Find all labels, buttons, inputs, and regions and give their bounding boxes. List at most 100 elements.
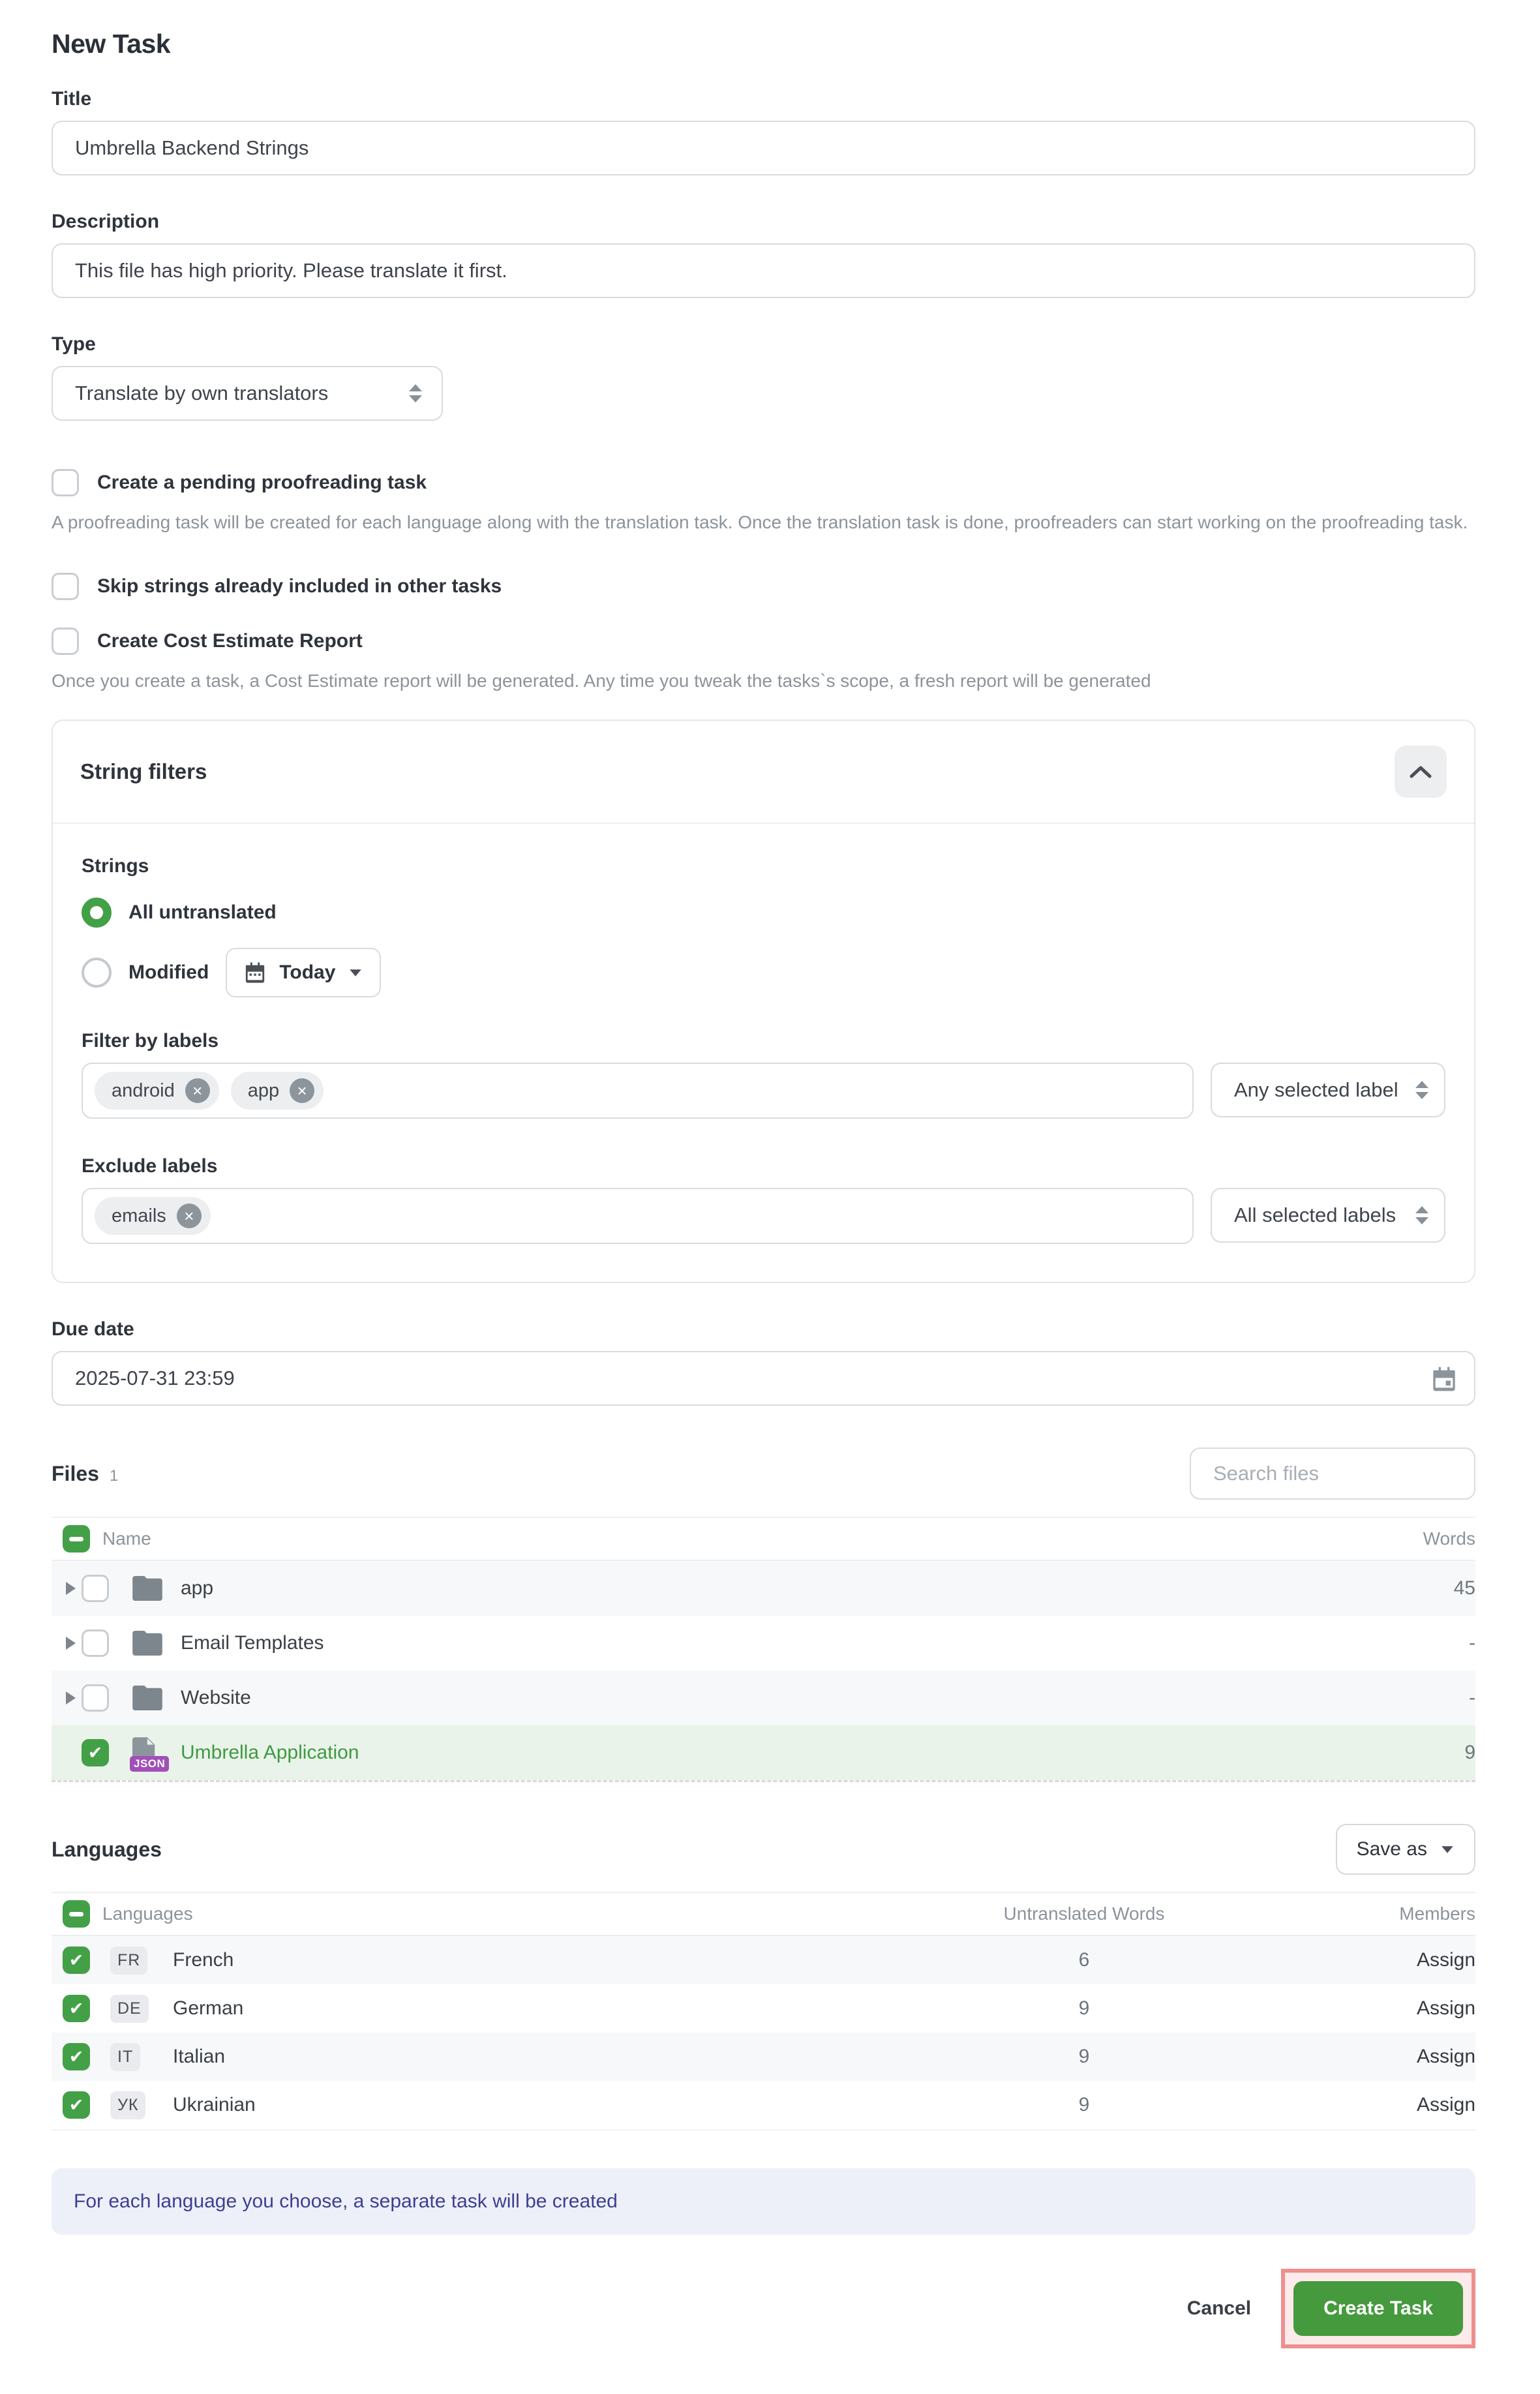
- untranslated-words-count: 9: [856, 2094, 1312, 2116]
- file-table-row[interactable]: JSON Email Templates -: [52, 1616, 1475, 1671]
- calendar-icon[interactable]: [1431, 1365, 1457, 1393]
- file-table-row[interactable]: JSON app 45: [52, 1561, 1475, 1616]
- string-filters-title: String filters: [80, 759, 207, 784]
- row-checkbox[interactable]: [63, 1947, 90, 1974]
- save-as-button[interactable]: Save as: [1336, 1824, 1475, 1875]
- caret-right-icon[interactable]: [66, 1637, 76, 1650]
- assign-link[interactable]: Assign: [1417, 1997, 1475, 2019]
- chevron-up-icon: [1410, 765, 1432, 779]
- select-arrows-icon: [1415, 1206, 1428, 1224]
- assign-link[interactable]: Assign: [1417, 2094, 1475, 2115]
- language-code-badge: УК: [110, 2091, 145, 2119]
- strings-label: Strings: [82, 855, 1445, 877]
- info-banner: For each language you choose, a separate…: [52, 2168, 1475, 2235]
- files-select-all-checkbox[interactable]: [63, 1525, 90, 1553]
- files-section-title: Files 1: [52, 1462, 118, 1486]
- exclude-labels-input[interactable]: emails ×: [82, 1188, 1194, 1244]
- skip-strings-checkbox-label: Skip strings already included in other t…: [97, 575, 502, 598]
- proofreading-checkbox-label: Create a pending proofreading task: [97, 472, 427, 494]
- create-task-button[interactable]: Create Task: [1293, 2281, 1463, 2336]
- description-input-value: This file has high priority. Please tran…: [75, 259, 507, 282]
- files-search-input[interactable]: Search files: [1190, 1447, 1475, 1500]
- row-checkbox[interactable]: [82, 1575, 109, 1602]
- proofreading-checkbox[interactable]: [52, 469, 79, 496]
- languages-section-title: Languages: [52, 1838, 162, 1862]
- exclude-labels-match-select[interactable]: All selected labels: [1211, 1188, 1445, 1243]
- file-table-row[interactable]: JSON Website -: [52, 1671, 1475, 1725]
- folder-icon: [132, 1631, 162, 1656]
- languages-table-body: FR French 6 Assign DE German 9 Assign IT…: [52, 1936, 1475, 2130]
- file-table-row[interactable]: JSON Umbrella Application 9: [52, 1725, 1475, 1780]
- file-words-count: -: [1312, 1632, 1475, 1654]
- cost-estimate-checkbox-label: Create Cost Estimate Report: [97, 630, 363, 652]
- json-file-icon: JSON: [132, 1736, 162, 1769]
- assign-link[interactable]: Assign: [1417, 2046, 1475, 2067]
- remove-chip-icon[interactable]: ×: [177, 1204, 202, 1228]
- json-badge: JSON: [130, 1756, 169, 1772]
- cancel-button[interactable]: Cancel: [1187, 2297, 1251, 2320]
- info-banner-text: For each language you choose, a separate…: [74, 2190, 618, 2213]
- languages-column-header: Languages: [102, 1903, 856, 1924]
- title-input[interactable]: Umbrella Backend Strings: [52, 121, 1475, 175]
- files-name-column-header: Name: [102, 1528, 1312, 1549]
- languages-table: Languages Untranslated Words Members FR …: [52, 1892, 1475, 2130]
- exclude-labels-match-value: All selected labels: [1234, 1204, 1396, 1227]
- label-chip-text: emails: [112, 1205, 166, 1227]
- language-table-row[interactable]: FR French 6 Assign: [52, 1936, 1475, 1984]
- remove-chip-icon[interactable]: ×: [290, 1078, 314, 1103]
- title-input-value: Umbrella Backend Strings: [75, 136, 309, 160]
- files-search-placeholder: Search files: [1213, 1462, 1319, 1485]
- modified-radio[interactable]: [82, 958, 112, 988]
- file-words-count: 45: [1312, 1577, 1475, 1599]
- language-code-badge: IT: [110, 2043, 140, 2071]
- language-table-row[interactable]: IT Italian 9 Assign: [52, 2033, 1475, 2081]
- label-chip: app ×: [231, 1072, 324, 1110]
- title-label: Title: [52, 88, 1475, 110]
- cost-estimate-checkbox[interactable]: [52, 628, 79, 655]
- row-checkbox[interactable]: [82, 1739, 109, 1766]
- files-table-header: Name Words: [52, 1517, 1475, 1561]
- caret-right-icon[interactable]: [66, 1582, 76, 1595]
- caret-right-icon[interactable]: [66, 1691, 76, 1705]
- modified-date-button[interactable]: Today: [226, 948, 381, 997]
- untranslated-words-count: 9: [856, 2046, 1312, 2068]
- language-code-badge: DE: [110, 1995, 149, 2023]
- languages-table-header: Languages Untranslated Words Members: [52, 1892, 1475, 1936]
- collapse-panel-button[interactable]: [1395, 746, 1447, 798]
- file-words-count: -: [1312, 1687, 1475, 1709]
- filter-labels-match-select[interactable]: Any selected label: [1211, 1063, 1445, 1117]
- cost-estimate-helper-text: Once you create a task, a Cost Estimate …: [52, 668, 1475, 693]
- folder-icon: [132, 1576, 162, 1601]
- row-checkbox[interactable]: [82, 1684, 109, 1712]
- filter-labels-match-value: Any selected label: [1234, 1078, 1398, 1102]
- type-select[interactable]: Translate by own translators: [52, 366, 443, 421]
- caret-down-icon: [1442, 1846, 1453, 1853]
- due-date-input[interactable]: 2025-07-31 23:59: [52, 1351, 1475, 1406]
- language-name: Ukrainian: [173, 2094, 856, 2116]
- row-checkbox[interactable]: [82, 1629, 109, 1657]
- folder-icon: [132, 1686, 162, 1710]
- language-code-badge: FR: [110, 1947, 147, 1975]
- filter-by-labels-label: Filter by labels: [82, 1030, 1445, 1052]
- filter-labels-input[interactable]: android × app ×: [82, 1063, 1194, 1119]
- exclude-labels-label: Exclude labels: [82, 1155, 1445, 1177]
- row-checkbox[interactable]: [63, 1995, 90, 2022]
- untranslated-words-column-header: Untranslated Words: [856, 1903, 1312, 1924]
- assign-link[interactable]: Assign: [1417, 1949, 1475, 1971]
- language-table-row[interactable]: УК Ukrainian 9 Assign: [52, 2081, 1475, 2129]
- language-table-row[interactable]: DE German 9 Assign: [52, 1984, 1475, 2033]
- remove-chip-icon[interactable]: ×: [185, 1078, 210, 1103]
- type-label: Type: [52, 333, 1475, 356]
- all-untranslated-radio[interactable]: [82, 898, 112, 928]
- label-chip-text: app: [248, 1080, 279, 1102]
- files-table-body: JSON app 45 JSON Email Templates - JSON …: [52, 1561, 1475, 1782]
- label-chip: android ×: [95, 1072, 219, 1110]
- label-chip-text: android: [112, 1080, 175, 1102]
- row-checkbox[interactable]: [63, 2091, 90, 2119]
- row-checkbox[interactable]: [63, 2043, 90, 2070]
- files-table: Name Words JSON app 45 JSON Email Templa…: [52, 1517, 1475, 1782]
- description-input[interactable]: This file has high priority. Please tran…: [52, 243, 1475, 298]
- languages-select-all-checkbox[interactable]: [63, 1900, 90, 1928]
- string-filters-header: String filters: [53, 721, 1474, 824]
- skip-strings-checkbox[interactable]: [52, 573, 79, 600]
